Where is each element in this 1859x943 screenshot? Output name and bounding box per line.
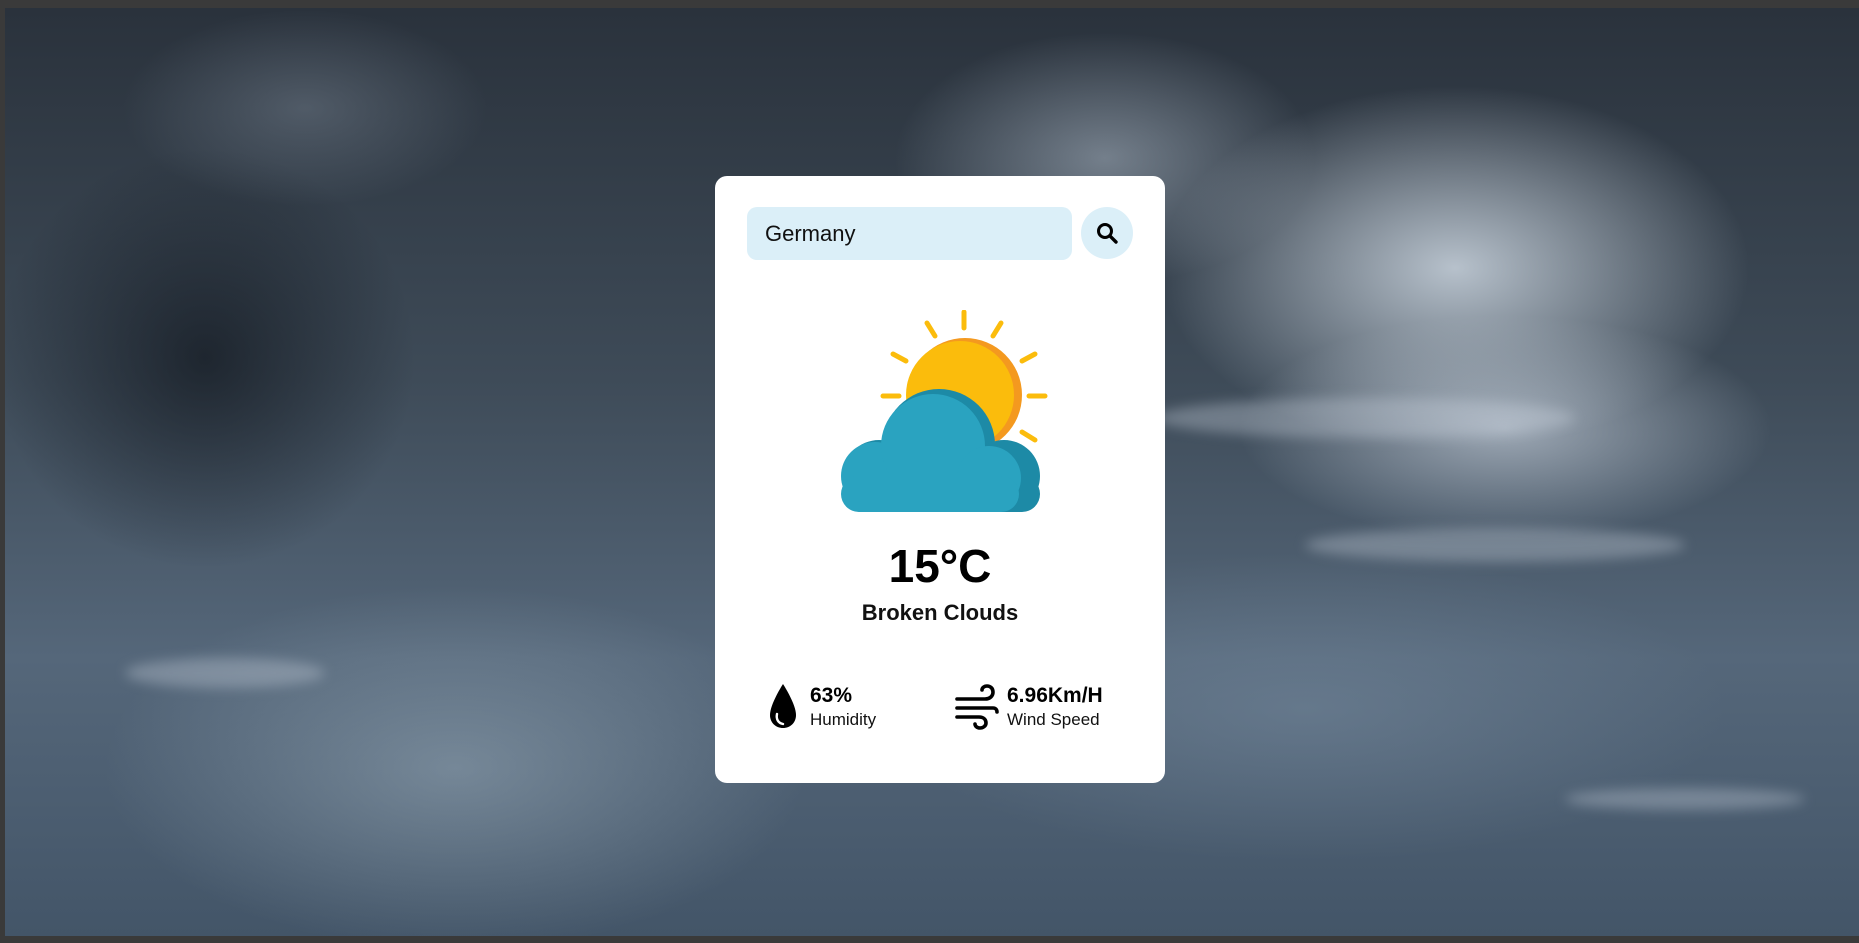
humidity-label: Humidity <box>810 710 877 729</box>
weather-description: Broken Clouds <box>861 600 1019 625</box>
humidity-stat: 63% Humidity <box>768 678 918 734</box>
search-icon <box>1097 223 1118 244</box>
humidity-value: 63% <box>810 684 853 707</box>
search-button[interactable] <box>1081 207 1133 259</box>
sun-behind-cloud-icon <box>841 310 1048 512</box>
weather-card: 15°C Broken Clouds 63% Humidity 6.96Km/H… <box>715 176 1165 783</box>
wind-stat: 6.96Km/H Wind Speed <box>955 678 1135 734</box>
wind-icon <box>955 684 999 730</box>
water-drop-icon <box>770 684 796 728</box>
search-bar <box>747 207 1133 260</box>
wind-speed-value: 6.96Km/H <box>1007 684 1103 707</box>
wind-speed-label: Wind Speed <box>1007 710 1100 729</box>
storm-clouds-background: 15°C Broken Clouds 63% Humidity 6.96Km/H… <box>5 8 1859 936</box>
temperature: 15°C <box>888 540 992 592</box>
city-search-input[interactable] <box>747 207 1072 260</box>
